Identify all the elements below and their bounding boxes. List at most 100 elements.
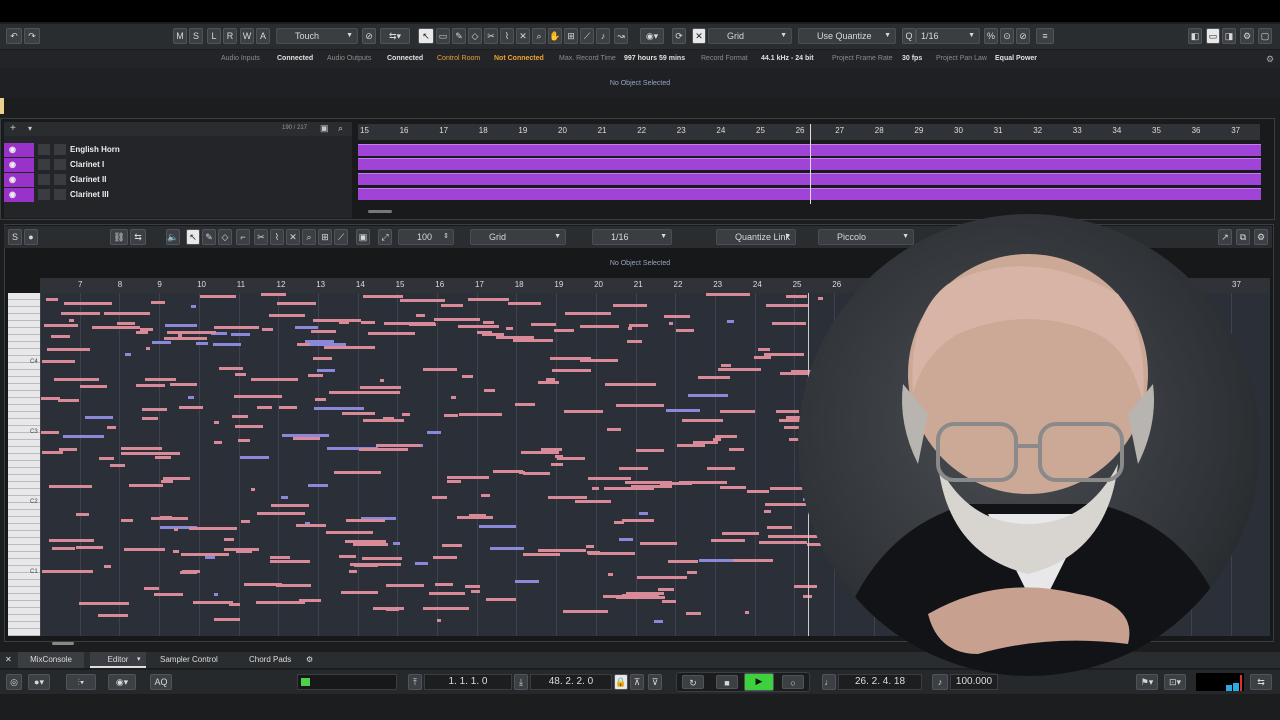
midi-note[interactable]	[42, 360, 75, 363]
automation-button[interactable]: A	[256, 28, 270, 44]
window-icon[interactable]: ▢	[1258, 28, 1272, 44]
quantize-value-select[interactable]: 1/16 ▼	[916, 28, 980, 44]
midi-note[interactable]	[463, 516, 493, 519]
midi-note[interactable]	[179, 406, 203, 409]
piano-key[interactable]	[8, 349, 40, 356]
snap-type-select[interactable]: Grid ▼	[708, 28, 792, 44]
midi-note[interactable]	[637, 576, 687, 579]
midi-note[interactable]	[154, 593, 183, 596]
piano-key[interactable]	[8, 510, 40, 517]
midi-note[interactable]	[631, 485, 672, 488]
midi-note[interactable]	[224, 548, 259, 551]
midi-note[interactable]	[151, 301, 165, 304]
snap-icon[interactable]: ✕	[692, 28, 706, 44]
midi-note[interactable]	[386, 584, 424, 587]
midi-note[interactable]	[451, 396, 456, 399]
midi-note[interactable]	[429, 592, 465, 595]
midi-note[interactable]	[241, 520, 250, 523]
midi-note[interactable]	[713, 438, 721, 441]
midi-note[interactable]	[376, 444, 421, 447]
midi-note[interactable]	[575, 500, 611, 503]
zoom-tool-icon[interactable]: ⌕	[302, 229, 316, 245]
glue-tool-icon[interactable]: ⌇	[270, 229, 284, 245]
aq-button[interactable]: AQ	[150, 674, 172, 690]
midi-note[interactable]	[346, 519, 385, 522]
midi-note[interactable]	[178, 334, 182, 337]
midi-note[interactable]	[79, 602, 129, 605]
track-english-horn[interactable]: ◉ English Horn	[4, 143, 352, 157]
midi-note[interactable]	[622, 519, 654, 522]
midi-note[interactable]	[224, 538, 234, 541]
editor-window-icon[interactable]: ⧉	[1236, 229, 1250, 245]
midi-note[interactable]	[415, 562, 428, 565]
midi-note[interactable]	[482, 333, 504, 336]
mute-tool-icon[interactable]: ✕	[286, 229, 300, 245]
midi-note[interactable]	[764, 510, 771, 513]
midi-note[interactable]	[427, 431, 441, 434]
piano-key[interactable]	[8, 307, 40, 314]
chevron-down-icon[interactable]: ▾	[137, 652, 141, 668]
midi-note[interactable]	[438, 318, 470, 321]
editor-quantize-select[interactable]: 1/16 ▼	[592, 229, 672, 245]
transport-options-icon[interactable]: ⫶▾	[66, 674, 96, 690]
midi-note[interactable]	[380, 379, 384, 382]
line-tool-icon[interactable]: ⟋	[334, 229, 348, 245]
midi-note[interactable]	[818, 297, 823, 300]
play-icon[interactable]: ▶	[744, 673, 774, 691]
midi-note[interactable]	[136, 384, 165, 387]
midi-note[interactable]	[44, 324, 78, 327]
midi-note[interactable]	[676, 329, 694, 332]
left-locator-icon[interactable]: ⤒	[408, 674, 422, 690]
midi-note[interactable]	[383, 417, 394, 420]
piano-key[interactable]	[8, 440, 40, 447]
solo-editor-icon[interactable]: S	[8, 229, 22, 245]
midi-note[interactable]	[99, 457, 114, 460]
piano-key[interactable]	[8, 405, 40, 412]
piano-key[interactable]	[8, 475, 40, 482]
midi-note[interactable]	[51, 335, 70, 338]
midi-note[interactable]	[393, 542, 400, 545]
midi-note[interactable]	[639, 512, 648, 515]
solo-button[interactable]	[54, 159, 66, 170]
midi-note[interactable]	[776, 410, 799, 413]
midi-note[interactable]	[341, 591, 378, 594]
midi-note[interactable]	[76, 513, 89, 516]
midi-note[interactable]	[551, 463, 563, 466]
link-icon[interactable]: ⛓	[110, 229, 128, 245]
midi-note[interactable]	[481, 494, 490, 497]
midi-note[interactable]	[729, 448, 744, 451]
track-clarinet-1[interactable]: ◉ Clarinet I	[4, 158, 352, 172]
editor-scrollbar[interactable]	[52, 642, 74, 645]
midi-note[interactable]	[140, 328, 153, 331]
audio-inputs-value[interactable]: Connected	[277, 50, 313, 68]
midi-note[interactable]	[366, 391, 400, 394]
midi-note[interactable]	[293, 437, 320, 440]
midi-note[interactable]	[308, 374, 323, 377]
midi-note[interactable]	[531, 323, 556, 326]
midi-note[interactable]	[121, 452, 167, 455]
midi-note[interactable]	[121, 519, 133, 522]
midi-note[interactable]	[402, 413, 410, 416]
midi-note[interactable]	[42, 570, 93, 573]
tab-sampler-control[interactable]: Sampler Control	[160, 652, 218, 668]
midi-note[interactable]	[152, 341, 171, 344]
midi-note[interactable]	[145, 378, 176, 381]
piano-key[interactable]	[8, 538, 40, 545]
search-icon[interactable]: ⌕	[338, 123, 343, 134]
piano-key[interactable]	[8, 622, 40, 629]
quantize-mode-icon[interactable]: ⇆▾	[380, 28, 410, 44]
midi-note[interactable]	[640, 542, 677, 545]
eraser-tool-icon[interactable]: ◇	[468, 28, 482, 44]
midi-note[interactable]	[339, 321, 349, 324]
midi-note[interactable]	[47, 348, 90, 351]
solo-button[interactable]	[54, 144, 66, 155]
mute-button[interactable]: M	[173, 28, 187, 44]
solo-button[interactable]	[54, 189, 66, 200]
midi-note[interactable]	[508, 302, 541, 305]
midi-note[interactable]	[458, 325, 499, 328]
midi-note[interactable]	[289, 302, 316, 305]
piano-key[interactable]	[8, 461, 40, 468]
midi-note[interactable]	[219, 367, 243, 370]
midi-note[interactable]	[104, 565, 111, 568]
piano-key[interactable]	[8, 531, 40, 538]
